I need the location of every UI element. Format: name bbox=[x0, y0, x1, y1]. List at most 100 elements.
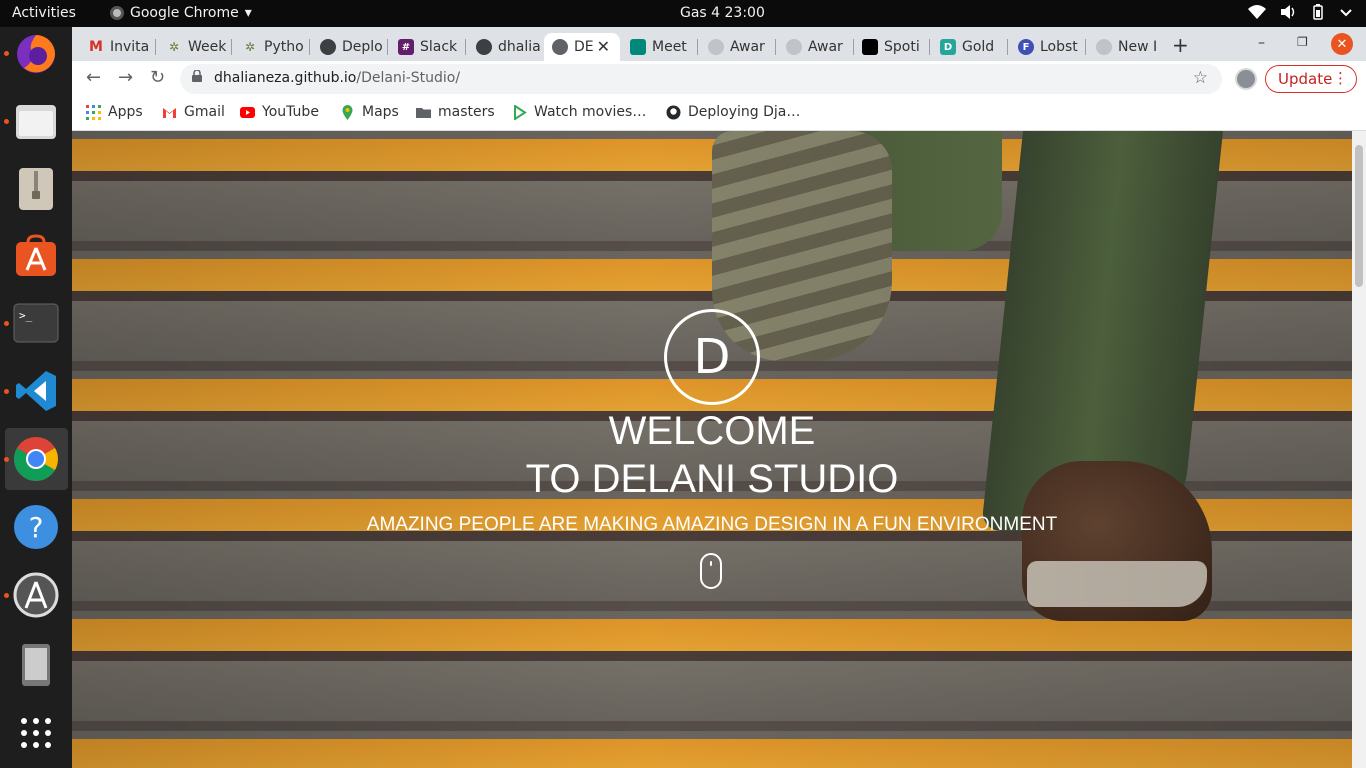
tab[interactable]: ✲ Pytho bbox=[234, 33, 310, 61]
github-icon bbox=[320, 39, 336, 55]
f-icon: F bbox=[1018, 39, 1034, 55]
tab-label: New I bbox=[1118, 39, 1158, 55]
new-tab-button[interactable]: + bbox=[1172, 33, 1189, 57]
tab-label: Spoti bbox=[884, 39, 920, 55]
tab[interactable]: Awar bbox=[778, 33, 854, 61]
bookmark-maps[interactable]: Maps bbox=[340, 104, 399, 120]
chevron-down-icon bbox=[1340, 9, 1352, 17]
tab-label: Gold bbox=[962, 39, 995, 55]
bookmark-deploying[interactable]: Deploying Dja… bbox=[666, 104, 800, 120]
help-icon[interactable]: ? bbox=[12, 503, 60, 551]
software-updater-icon[interactable] bbox=[12, 571, 60, 619]
tab-label: Meet bbox=[652, 39, 687, 55]
wifi-icon bbox=[1248, 5, 1266, 19]
battery-icon bbox=[1313, 4, 1323, 20]
clock[interactable]: Gas 4 23:00 bbox=[680, 5, 765, 21]
slack-icon: # bbox=[398, 39, 414, 55]
bookmark-label: Apps bbox=[108, 104, 143, 120]
globe-icon bbox=[1096, 39, 1112, 55]
folder-icon bbox=[416, 107, 431, 118]
tab-label: Awar bbox=[730, 39, 765, 55]
archive-manager-icon[interactable] bbox=[12, 165, 60, 213]
page-scrollbar[interactable] bbox=[1352, 131, 1366, 768]
more-menu-icon[interactable]: ⋮ bbox=[1333, 69, 1348, 87]
scroll-mouse-icon[interactable] bbox=[700, 553, 722, 589]
tab-active[interactable]: DE ✕ bbox=[544, 33, 620, 61]
d-icon: D bbox=[940, 39, 956, 55]
running-indicator bbox=[4, 457, 9, 462]
bookmark-apps[interactable]: Apps bbox=[86, 104, 143, 120]
tab[interactable]: F Lobst bbox=[1010, 33, 1086, 61]
update-button[interactable]: Update ⋮ bbox=[1265, 65, 1357, 93]
bookmarks-bar: Apps Gmail YouTube Maps masters Watch mo… bbox=[72, 97, 1366, 131]
update-label: Update bbox=[1278, 70, 1333, 88]
bookmark-gmail[interactable]: Gmail bbox=[162, 104, 225, 120]
device-icon[interactable] bbox=[12, 641, 60, 689]
files-icon[interactable] bbox=[12, 97, 60, 145]
tab-label: Invita bbox=[110, 39, 150, 55]
maximize-button[interactable]: ❐ bbox=[1297, 35, 1308, 49]
forward-button[interactable]: → bbox=[118, 67, 133, 88]
terminal-icon[interactable]: >_ bbox=[12, 299, 60, 347]
chrome-icon[interactable] bbox=[12, 435, 60, 483]
show-apps-icon[interactable] bbox=[12, 709, 60, 757]
app-menu-label: Google Chrome bbox=[130, 5, 239, 21]
svg-text:>_: >_ bbox=[19, 309, 33, 322]
app-menu[interactable]: Google Chrome ▾ bbox=[110, 5, 252, 21]
tab-strip: M Invita ✲ Week ✲ Pytho Deplo # Slack dh… bbox=[72, 27, 1366, 61]
activities-button[interactable]: Activities bbox=[12, 5, 76, 21]
gmail-icon bbox=[163, 107, 176, 118]
tab-label: Week bbox=[188, 39, 227, 55]
volume-icon bbox=[1281, 5, 1295, 19]
tab[interactable]: Awar bbox=[700, 33, 776, 61]
youtube-icon bbox=[240, 106, 255, 118]
tab[interactable]: dhalia bbox=[468, 33, 542, 61]
svg-text:?: ? bbox=[29, 511, 44, 544]
bookmark-folder-masters[interactable]: masters bbox=[416, 104, 495, 120]
spotify-icon bbox=[862, 39, 878, 55]
gmail-icon: M bbox=[89, 39, 103, 55]
tab[interactable]: D Gold bbox=[932, 33, 1008, 61]
vscode-icon[interactable] bbox=[12, 367, 60, 415]
bookmark-youtube[interactable]: YouTube bbox=[240, 104, 319, 120]
tab[interactable]: M Invita bbox=[80, 33, 156, 61]
browser-toolbar: ← → ↻ dhalianeza.github.io/Delani-Studio… bbox=[72, 61, 1366, 97]
tab-label: Lobst bbox=[1040, 39, 1078, 55]
system-tray[interactable] bbox=[1248, 4, 1352, 20]
tab-label: Deplo bbox=[342, 39, 383, 55]
hero-heading: WELCOME TO DELANI STUDIO bbox=[72, 407, 1352, 503]
bookmark-star-icon[interactable]: ☆ bbox=[1193, 68, 1208, 88]
page-viewport: D WELCOME TO DELANI STUDIO AMAZING PEOPL… bbox=[72, 131, 1352, 768]
tab-label: dhalia bbox=[498, 39, 541, 55]
meet-icon bbox=[630, 39, 646, 55]
hero-tagline: AMAZING PEOPLE ARE MAKING AMAZING DESIGN… bbox=[366, 514, 1058, 535]
bookmark-label: Deploying Dja… bbox=[688, 104, 801, 120]
back-button[interactable]: ← bbox=[86, 67, 101, 88]
tab[interactable]: Spoti bbox=[854, 33, 930, 61]
github-icon bbox=[476, 39, 492, 55]
logo-circle: D bbox=[664, 309, 760, 405]
address-bar[interactable]: dhalianeza.github.io/Delani-Studio/ ☆ bbox=[180, 64, 1222, 94]
tab[interactable]: New I bbox=[1088, 33, 1164, 61]
tab[interactable]: ✲ Week bbox=[158, 33, 232, 61]
firefox-icon[interactable] bbox=[12, 30, 60, 78]
tab[interactable]: Deplo bbox=[312, 33, 388, 61]
close-window-button[interactable]: ✕ bbox=[1331, 33, 1353, 55]
dock: >_ ? bbox=[0, 27, 72, 768]
close-tab-icon[interactable]: ✕ bbox=[597, 37, 610, 56]
reload-button[interactable]: ↻ bbox=[150, 67, 165, 88]
github-icon bbox=[666, 105, 681, 119]
tab[interactable]: # Slack bbox=[390, 33, 466, 61]
minimize-button[interactable]: – bbox=[1258, 35, 1265, 51]
software-icon[interactable] bbox=[12, 232, 60, 280]
hero-section: D WELCOME TO DELANI STUDIO AMAZING PEOPL… bbox=[72, 131, 1352, 768]
globe-icon bbox=[786, 39, 802, 55]
moringa-icon: ✲ bbox=[244, 40, 256, 54]
bookmark-watch-movies[interactable]: Watch movies… bbox=[512, 104, 646, 120]
profile-avatar[interactable] bbox=[1235, 68, 1257, 90]
maps-icon bbox=[342, 104, 353, 120]
globe-icon bbox=[552, 39, 568, 55]
bookmark-label: Gmail bbox=[184, 104, 225, 120]
tab[interactable]: Meet bbox=[622, 33, 698, 61]
scrollbar-thumb[interactable] bbox=[1355, 145, 1363, 287]
